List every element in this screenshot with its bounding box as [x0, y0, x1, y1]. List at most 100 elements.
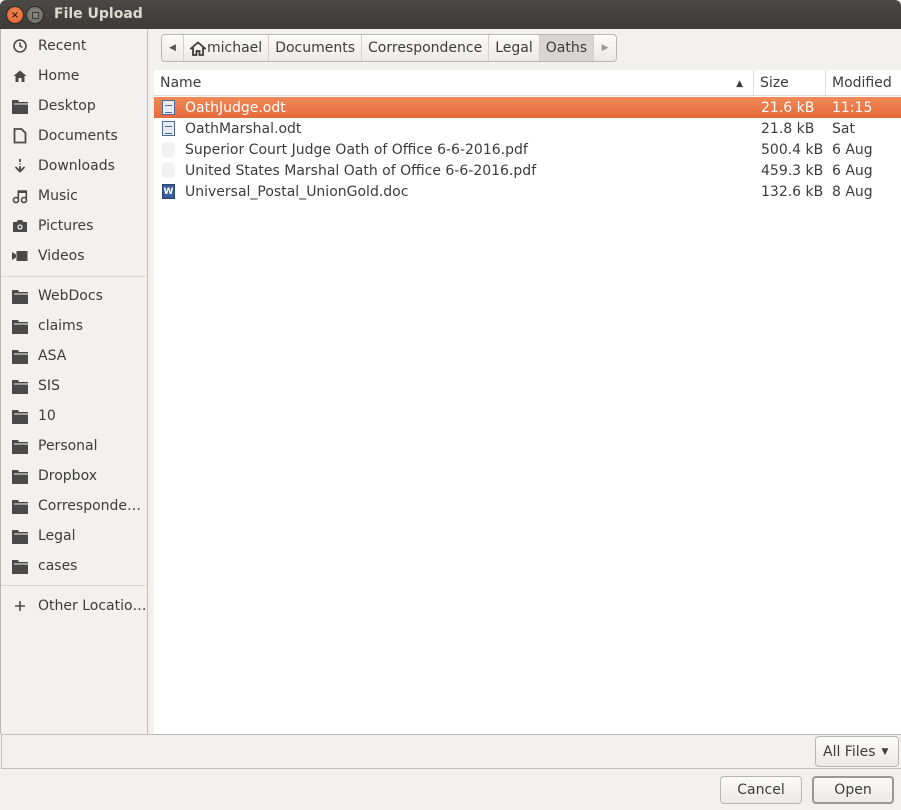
text-document-icon: [162, 121, 175, 136]
sidebar-bookmark-10[interactable]: 10: [1, 401, 147, 431]
path-segment-oaths[interactable]: Oaths: [539, 35, 595, 61]
column-header-modified[interactable]: Modified: [826, 70, 901, 96]
filter-selected-label: All Files: [823, 743, 876, 760]
file-row[interactable]: United States Marshal Oath of Office 6-6…: [154, 160, 901, 181]
sidebar-item-label: Corresponde…: [38, 498, 142, 514]
column-header-label: Size: [760, 75, 789, 91]
column-header-size[interactable]: Size: [754, 70, 826, 96]
folder-icon: [11, 407, 29, 425]
sidebar-item-label: Recent: [38, 38, 87, 54]
file-row[interactable]: OathMarshal.odt 21.8 kB Sat: [154, 118, 901, 139]
sidebar-item-label: Music: [38, 188, 78, 204]
word-document-icon: W: [162, 184, 175, 199]
path-segment-legal[interactable]: Legal: [489, 35, 540, 61]
chevron-right-icon: ▶: [601, 43, 609, 53]
open-button[interactable]: Open: [812, 776, 894, 804]
sidebar-item-label: Downloads: [38, 158, 115, 174]
folder-icon: [11, 527, 29, 545]
sidebar-bookmark-personal[interactable]: Personal: [1, 431, 147, 461]
folder-icon: [11, 347, 29, 365]
sidebar-bookmark-claims[interactable]: claims: [1, 311, 147, 341]
video-icon: [11, 247, 29, 265]
sidebar-item-label: claims: [38, 318, 83, 334]
sidebar-bookmark-asa[interactable]: ASA: [1, 341, 147, 371]
file-modified: Sat: [832, 120, 855, 137]
sidebar-separator: [1, 585, 147, 586]
file-row[interactable]: Superior Court Judge Oath of Office 6-6-…: [154, 139, 901, 160]
sidebar-item-label: Legal: [38, 528, 76, 544]
file-modified: 6 Aug: [832, 162, 873, 179]
folder-icon: [11, 467, 29, 485]
filter-bar: [1, 734, 901, 769]
path-segment-correspondence[interactable]: Correspondence: [362, 35, 490, 61]
sidebar-item-label: WebDocs: [38, 288, 103, 304]
clock-icon: [11, 37, 29, 55]
sidebar-item-desktop[interactable]: Desktop: [1, 91, 147, 121]
sidebar-item-label: Home: [38, 68, 80, 84]
sidebar-bookmark-webdocs[interactable]: WebDocs: [1, 281, 147, 311]
sidebar-item-label: Desktop: [38, 98, 96, 114]
dropdown-arrow-icon: ▼: [881, 746, 889, 757]
home-icon: [190, 40, 206, 56]
file-name: OathJudge.odt: [185, 99, 286, 116]
path-segment-label: Correspondence: [368, 40, 483, 56]
file-name: Universal_Postal_UnionGold.doc: [185, 183, 409, 200]
file-row[interactable]: W Universal_Postal_UnionGold.doc 132.6 k…: [154, 181, 901, 202]
window-title: File Upload: [54, 6, 143, 22]
sidebar-item-music[interactable]: Music: [1, 181, 147, 211]
camera-icon: [11, 217, 29, 235]
path-segment-label: Documents: [275, 40, 356, 56]
file-modified: 8 Aug: [832, 183, 873, 200]
file-list-header: Name ▲ Size Modified: [154, 70, 901, 96]
file-modified: 6 Aug: [832, 141, 873, 158]
pdf-file-icon: [162, 142, 175, 157]
file-size: 21.8 kB: [761, 120, 815, 137]
sidebar-item-label: 10: [38, 408, 56, 424]
cancel-button[interactable]: Cancel: [720, 776, 802, 804]
close-icon: ×: [10, 9, 20, 21]
path-segment-label: michael: [207, 40, 263, 56]
path-scroll-left-button[interactable]: ◀: [162, 35, 184, 61]
sidebar-item-label: Videos: [38, 248, 85, 264]
path-segment-label: Oaths: [545, 40, 588, 56]
sidebar-item-label: Personal: [38, 438, 98, 454]
sidebar-item-pictures[interactable]: Pictures: [1, 211, 147, 241]
sidebar-separator: [1, 276, 147, 277]
sidebar-item-documents[interactable]: Documents: [1, 121, 147, 151]
sidebar-item-label: Dropbox: [38, 468, 97, 484]
sidebar-item-videos[interactable]: Videos: [1, 241, 147, 271]
document-icon: [11, 127, 29, 145]
file-name: Superior Court Judge Oath of Office 6-6-…: [185, 141, 528, 158]
folder-icon: [11, 287, 29, 305]
text-document-icon: [162, 100, 175, 115]
close-window-button[interactable]: ×: [6, 6, 24, 24]
path-scroll-right-button[interactable]: ▶: [594, 35, 616, 61]
sidebar-item-label: Pictures: [38, 218, 94, 234]
path-segment-documents[interactable]: Documents: [269, 35, 363, 61]
sidebar-item-label: SIS: [38, 378, 60, 394]
path-segment-home[interactable]: michael: [184, 35, 270, 61]
file-size: 132.6 kB: [761, 183, 824, 200]
home-icon: [11, 67, 29, 85]
sidebar-bookmark-cases[interactable]: cases: [1, 551, 147, 581]
maximize-window-button[interactable]: [26, 6, 44, 24]
sidebar-bookmark-correspondence[interactable]: Corresponde…: [1, 491, 147, 521]
file-type-filter-dropdown[interactable]: All Files ▼: [815, 736, 899, 767]
chevron-left-icon: ◀: [169, 43, 176, 53]
sidebar-item-recent[interactable]: Recent: [1, 31, 147, 61]
folder-icon: [11, 97, 29, 115]
file-name: United States Marshal Oath of Office 6-6…: [185, 162, 537, 179]
sidebar-item-home[interactable]: Home: [1, 61, 147, 91]
column-header-label: Name: [160, 75, 202, 91]
file-list[interactable]: Name ▲ Size Modified OathJudge.odt 21.6 …: [154, 70, 901, 734]
sidebar-item-downloads[interactable]: Downloads: [1, 151, 147, 181]
maximize-icon: [31, 11, 39, 19]
sidebar-bookmark-dropbox[interactable]: Dropbox: [1, 461, 147, 491]
column-header-name[interactable]: Name ▲: [154, 70, 754, 96]
sidebar-item-other-locations[interactable]: Other Locatio…: [1, 591, 147, 621]
sidebar-bookmark-sis[interactable]: SIS: [1, 371, 147, 401]
download-icon: [11, 157, 29, 175]
sidebar-bookmark-legal[interactable]: Legal: [1, 521, 147, 551]
pdf-file-icon: [162, 163, 175, 178]
file-row[interactable]: OathJudge.odt 21.6 kB 11:15: [154, 97, 901, 118]
